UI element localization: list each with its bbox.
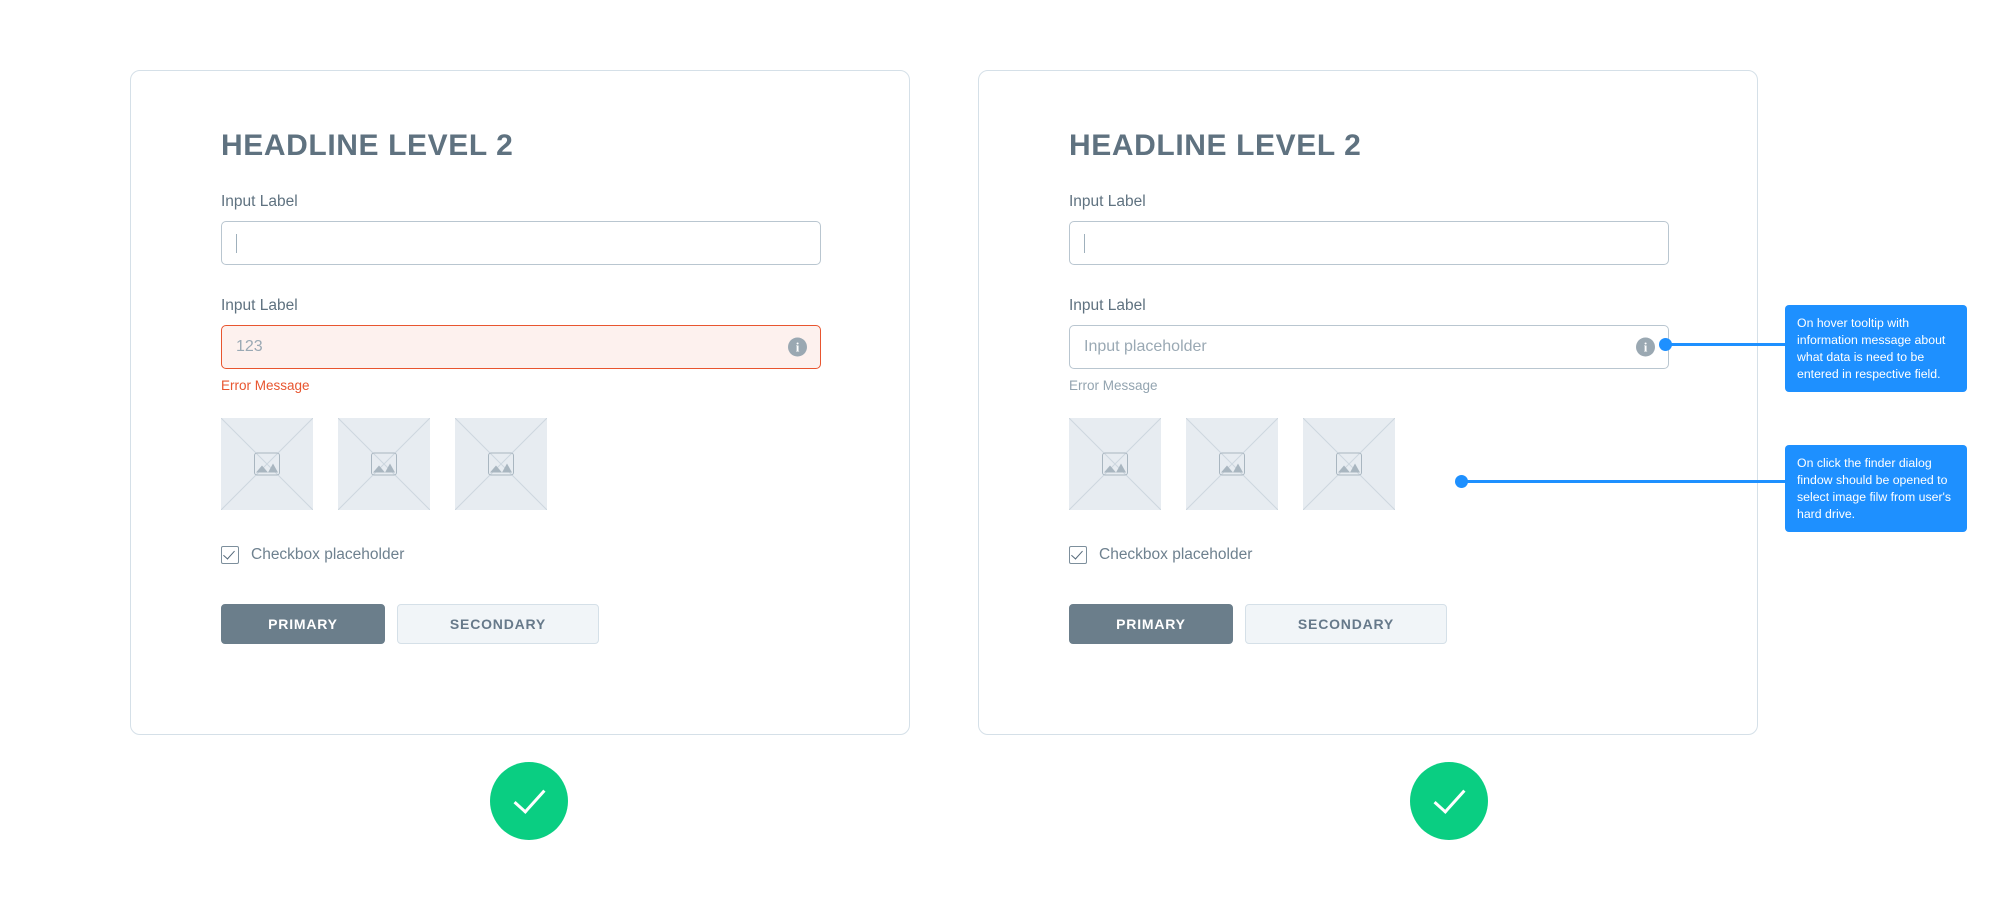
form-field-2-right: Input Label Input placeholder i Error Me…: [1069, 297, 1757, 393]
text-input-2-error[interactable]: 123 i: [221, 325, 821, 369]
text-input-1[interactable]: [221, 221, 821, 265]
info-icon[interactable]: i: [788, 337, 807, 357]
form-field-1-right: Input Label: [1069, 193, 1757, 265]
primary-button[interactable]: PRIMARY: [1069, 604, 1233, 644]
checkbox-label: Checkbox placeholder: [251, 546, 405, 563]
input-label-1: Input Label: [1069, 193, 1146, 210]
image-placeholder[interactable]: [1303, 418, 1395, 510]
wireframe-canvas: HEADLINE LEVEL 2 Input Label Input Label…: [0, 0, 2000, 900]
success-badge: [1410, 762, 1488, 840]
annotation-connector-line: [1663, 343, 1787, 346]
image-upload-row-right: [1069, 418, 1757, 510]
form-card-left: HEADLINE LEVEL 2 Input Label Input Label…: [130, 70, 910, 735]
checkbox-row-right[interactable]: Checkbox placeholder: [1069, 546, 1757, 564]
text-input-1[interactable]: [1069, 221, 1669, 265]
form-field-1-left: Input Label: [221, 193, 909, 265]
annotation-anchor-dot: [1659, 338, 1672, 351]
success-badge: [490, 762, 568, 840]
picture-icon: [371, 452, 397, 476]
page-title: HEADLINE LEVEL 2: [1069, 129, 1362, 162]
annotation-tooltip-hover: On hover tooltip with information messag…: [1785, 305, 1967, 393]
card-content-right: HEADLINE LEVEL 2 Input Label Input Label…: [979, 71, 1757, 644]
annotation-connector-line: [1459, 480, 1787, 483]
form-card-right: HEADLINE LEVEL 2 Input Label Input Label…: [978, 70, 1758, 735]
input-value: 123: [236, 338, 263, 355]
input-placeholder: Input placeholder: [1084, 338, 1207, 355]
input-label-2: Input Label: [221, 297, 298, 314]
secondary-button[interactable]: SECONDARY: [1245, 604, 1447, 644]
card-content-left: HEADLINE LEVEL 2 Input Label Input Label…: [131, 71, 909, 644]
button-row-right: PRIMARY SECONDARY: [1069, 604, 1757, 644]
button-row-left: PRIMARY SECONDARY: [221, 604, 909, 644]
text-input-2[interactable]: Input placeholder i: [1069, 325, 1669, 369]
picture-icon: [1219, 452, 1245, 476]
check-icon: [513, 780, 546, 814]
annotation-tooltip-click: On click the finder dialog findow should…: [1785, 445, 1967, 533]
checkbox-row-left[interactable]: Checkbox placeholder: [221, 546, 909, 564]
image-placeholder[interactable]: [1186, 418, 1278, 510]
form-field-2-left: Input Label 123 i Error Message: [221, 297, 909, 393]
picture-icon: [1336, 452, 1362, 476]
error-message: Error Message: [221, 378, 310, 393]
checkbox-input[interactable]: [1069, 546, 1087, 564]
check-icon: [1433, 780, 1466, 814]
text-caret: [236, 233, 237, 253]
input-label-1: Input Label: [221, 193, 298, 210]
page-title: HEADLINE LEVEL 2: [221, 129, 514, 162]
secondary-button[interactable]: SECONDARY: [397, 604, 599, 644]
info-icon[interactable]: i: [1636, 337, 1655, 357]
image-placeholder[interactable]: [221, 418, 313, 510]
primary-button[interactable]: PRIMARY: [221, 604, 385, 644]
picture-icon: [254, 452, 280, 476]
picture-icon: [1102, 452, 1128, 476]
image-placeholder[interactable]: [455, 418, 547, 510]
picture-icon: [488, 452, 514, 476]
error-message: Error Message: [1069, 378, 1158, 393]
checkbox-input[interactable]: [221, 546, 239, 564]
input-label-2: Input Label: [1069, 297, 1146, 314]
image-placeholder[interactable]: [1069, 418, 1161, 510]
annotation-anchor-dot: [1455, 475, 1468, 488]
image-placeholder[interactable]: [338, 418, 430, 510]
text-caret: [1084, 233, 1085, 253]
checkbox-label: Checkbox placeholder: [1099, 546, 1253, 563]
image-upload-row-left: [221, 418, 909, 510]
